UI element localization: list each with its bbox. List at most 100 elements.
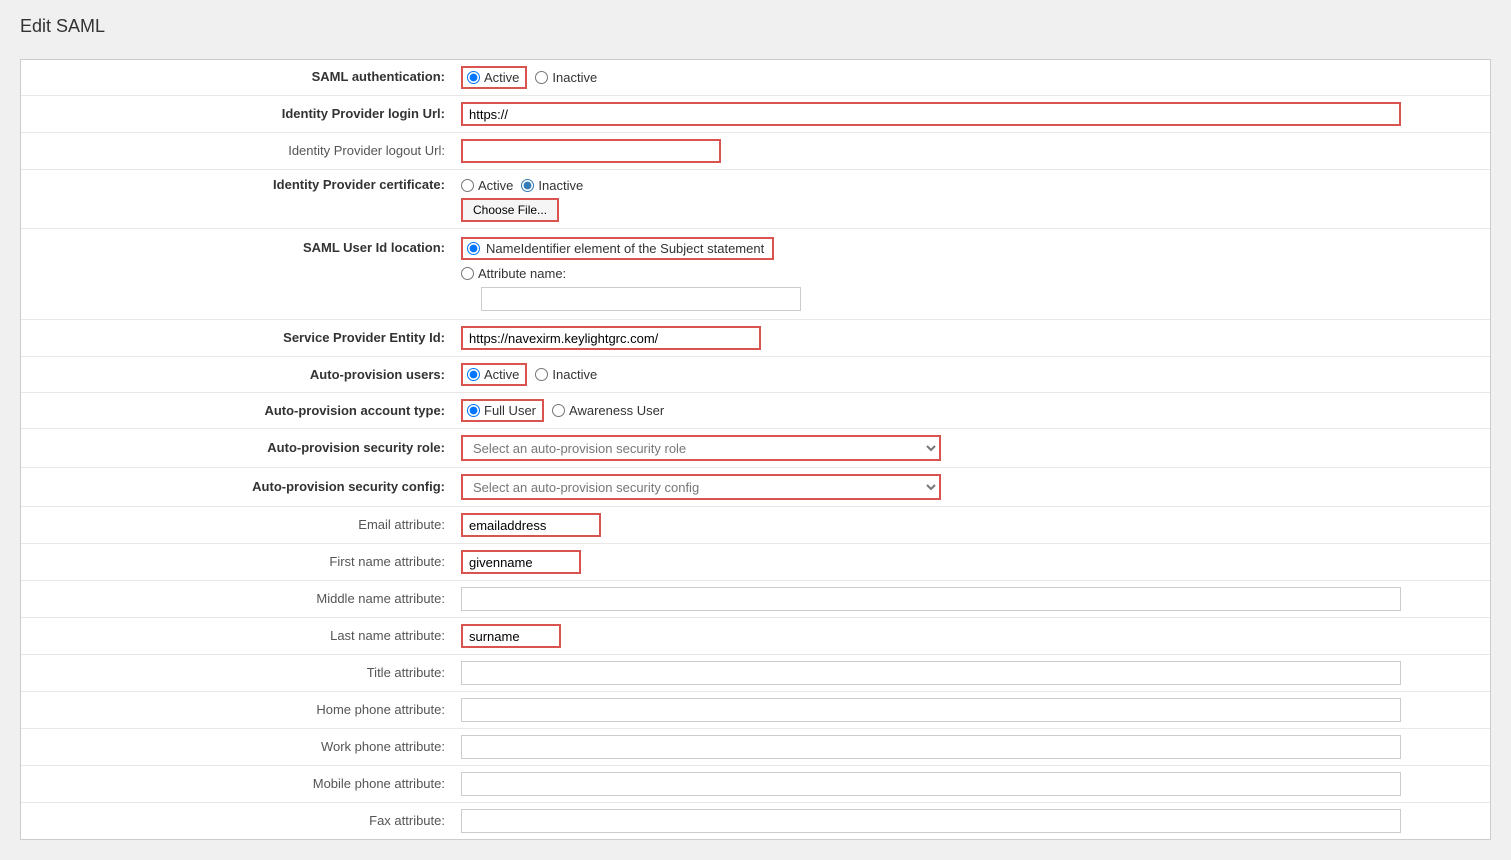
sp-entity-id-input[interactable]: [461, 326, 761, 350]
email-attr-row: Email attribute:: [21, 507, 1490, 544]
auto-provision-awareness-option[interactable]: Awareness User: [552, 403, 664, 418]
mobile-phone-attr-controls: [461, 772, 1490, 796]
auto-provision-users-active-option[interactable]: Active: [461, 363, 527, 386]
fax-attr-controls: [461, 809, 1490, 833]
auto-provision-users-inactive-label: Inactive: [552, 367, 597, 382]
idp-cert-active-label: Active: [478, 178, 513, 193]
idp-logout-url-input[interactable]: [461, 139, 721, 163]
title-attr-label: Title attribute:: [21, 664, 461, 682]
idp-logout-url-row: Identity Provider logout Url:: [21, 133, 1490, 170]
saml-uid-attr-option[interactable]: Attribute name:: [461, 266, 566, 281]
saml-uid-row: SAML User Id location: NameIdentifier el…: [21, 229, 1490, 320]
auto-provision-users-row: Auto-provision users: Active Inactive: [21, 357, 1490, 393]
auto-provision-users-active-label: Active: [484, 367, 519, 382]
auto-provision-users-inactive-radio[interactable]: [535, 368, 548, 381]
title-attr-controls: [461, 661, 1490, 685]
idp-cert-active-radio[interactable]: [461, 179, 474, 192]
mobile-phone-attr-label: Mobile phone attribute:: [21, 775, 461, 793]
first-name-attr-controls: [461, 550, 1490, 574]
last-name-attr-input[interactable]: [461, 624, 561, 648]
idp-cert-active-option[interactable]: Active: [461, 178, 513, 193]
first-name-attr-row: First name attribute:: [21, 544, 1490, 581]
sp-entity-id-label: Service Provider Entity Id:: [21, 329, 461, 347]
idp-logout-url-controls: [461, 139, 1490, 163]
auto-provision-config-select[interactable]: Select an auto-provision security config: [461, 474, 941, 500]
auto-provision-config-row: Auto-provision security config: Select a…: [21, 468, 1490, 507]
cert-file-controls: Choose File...: [461, 198, 1490, 222]
idp-cert-inactive-option[interactable]: Inactive: [521, 178, 583, 193]
saml-uid-label: SAML User Id location:: [21, 237, 461, 257]
saml-uid-attr-input[interactable]: [481, 287, 801, 311]
idp-cert-label: Identity Provider certificate:: [21, 176, 461, 194]
edit-saml-form: SAML authentication: Active Inactive Ide…: [20, 59, 1491, 840]
email-attr-label: Email attribute:: [21, 516, 461, 534]
home-phone-attr-controls: [461, 698, 1490, 722]
first-name-attr-label: First name attribute:: [21, 553, 461, 571]
saml-auth-inactive-option[interactable]: Inactive: [535, 70, 597, 85]
saml-uid-attr-label: Attribute name:: [478, 266, 566, 281]
auto-provision-role-label: Auto-provision security role:: [21, 439, 461, 457]
work-phone-attr-input[interactable]: [461, 735, 1401, 759]
auto-provision-type-controls: Full User Awareness User: [461, 399, 1490, 422]
saml-uid-nameid-option[interactable]: NameIdentifier element of the Subject st…: [461, 237, 774, 260]
auto-provision-role-select[interactable]: Select an auto-provision security role: [461, 435, 941, 461]
auto-provision-role-row: Auto-provision security role: Select an …: [21, 429, 1490, 468]
idp-login-url-controls: [461, 102, 1490, 126]
saml-uid-controls: NameIdentifier element of the Subject st…: [461, 237, 1490, 311]
idp-cert-row: Identity Provider certificate: Active In…: [21, 170, 1490, 229]
auto-provision-users-inactive-option[interactable]: Inactive: [535, 367, 597, 382]
saml-auth-label: SAML authentication:: [21, 68, 461, 86]
home-phone-attr-input[interactable]: [461, 698, 1401, 722]
auto-provision-users-active-radio[interactable]: [467, 368, 480, 381]
fax-attr-input[interactable]: [461, 809, 1401, 833]
auto-provision-full-option[interactable]: Full User: [461, 399, 544, 422]
choose-file-button[interactable]: Choose File...: [461, 198, 559, 222]
work-phone-attr-label: Work phone attribute:: [21, 738, 461, 756]
middle-name-attr-input[interactable]: [461, 587, 1401, 611]
title-attr-row: Title attribute:: [21, 655, 1490, 692]
auto-provision-users-label: Auto-provision users:: [21, 366, 461, 384]
idp-login-url-input[interactable]: [461, 102, 1401, 126]
middle-name-attr-label: Middle name attribute:: [21, 590, 461, 608]
page-container: Edit SAML SAML authentication: Active In…: [0, 0, 1511, 860]
cert-file-row: Choose File...: [21, 198, 1490, 222]
auto-provision-type-row: Auto-provision account type: Full User A…: [21, 393, 1490, 429]
home-phone-attr-label: Home phone attribute:: [21, 701, 461, 719]
email-attr-controls: [461, 513, 1490, 537]
auto-provision-role-controls: Select an auto-provision security role: [461, 435, 1490, 461]
middle-name-attr-controls: [461, 587, 1490, 611]
email-attr-input[interactable]: [461, 513, 601, 537]
auto-provision-awareness-radio[interactable]: [552, 404, 565, 417]
cert-radio-row: Identity Provider certificate: Active In…: [21, 176, 1490, 194]
fax-attr-row: Fax attribute:: [21, 803, 1490, 839]
auto-provision-full-radio[interactable]: [467, 404, 480, 417]
mobile-phone-attr-input[interactable]: [461, 772, 1401, 796]
auto-provision-config-label: Auto-provision security config:: [21, 478, 461, 496]
work-phone-attr-row: Work phone attribute:: [21, 729, 1490, 766]
title-attr-input[interactable]: [461, 661, 1401, 685]
saml-uid-attr-radio[interactable]: [461, 267, 474, 280]
saml-auth-inactive-label: Inactive: [552, 70, 597, 85]
saml-uid-nameid-radio[interactable]: [467, 242, 480, 255]
first-name-attr-input[interactable]: [461, 550, 581, 574]
idp-login-url-label: Identity Provider login Url:: [21, 105, 461, 123]
last-name-attr-row: Last name attribute:: [21, 618, 1490, 655]
middle-name-attr-row: Middle name attribute:: [21, 581, 1490, 618]
mobile-phone-attr-row: Mobile phone attribute:: [21, 766, 1490, 803]
saml-auth-active-option[interactable]: Active: [461, 66, 527, 89]
work-phone-attr-controls: [461, 735, 1490, 759]
fax-attr-label: Fax attribute:: [21, 812, 461, 830]
home-phone-attr-row: Home phone attribute:: [21, 692, 1490, 729]
auto-provision-users-controls: Active Inactive: [461, 363, 1490, 386]
auto-provision-full-label: Full User: [484, 403, 536, 418]
last-name-attr-controls: [461, 624, 1490, 648]
idp-cert-inactive-radio[interactable]: [521, 179, 534, 192]
saml-auth-active-radio[interactable]: [467, 71, 480, 84]
idp-cert-inactive-label: Inactive: [538, 178, 583, 193]
auto-provision-type-label: Auto-provision account type:: [21, 402, 461, 420]
saml-auth-inactive-radio[interactable]: [535, 71, 548, 84]
auto-provision-config-controls: Select an auto-provision security config: [461, 474, 1490, 500]
saml-auth-active-label: Active: [484, 70, 519, 85]
last-name-attr-label: Last name attribute:: [21, 627, 461, 645]
sp-entity-id-row: Service Provider Entity Id:: [21, 320, 1490, 357]
